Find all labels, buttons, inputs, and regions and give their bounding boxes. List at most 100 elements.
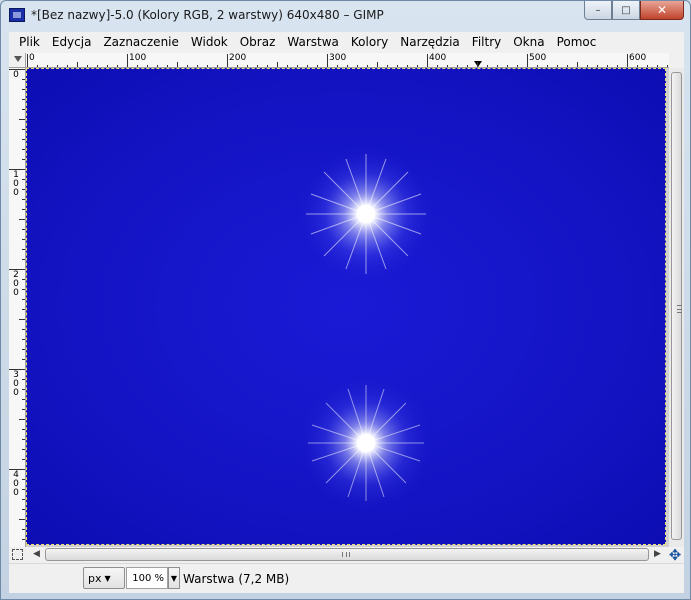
horizontal-scrollbar[interactable] (45, 548, 649, 561)
window-title: *[Bez nazwy]-5.0 (Kolory RGB, 2 warstwy)… (31, 8, 384, 22)
menu-narzędzia[interactable]: Narzędzia (394, 35, 466, 49)
minimize-icon: – (595, 4, 601, 16)
close-button[interactable]: ✕ (640, 1, 684, 20)
ruler-tick (19, 219, 25, 220)
ruler-label: 500 (529, 53, 547, 63)
ruler-tick (22, 399, 25, 400)
ruler-tick (22, 349, 25, 350)
horizontal-ruler[interactable]: 0 100 200 300 400 500 600 (26, 53, 669, 68)
zoom-input[interactable]: 100 % (126, 567, 168, 589)
ruler-tick (22, 149, 25, 150)
ruler-tick (22, 209, 25, 210)
ruler-tick (22, 239, 25, 240)
bottom-scroll-row: ◀ ▶ ✥ (9, 547, 684, 563)
ruler-label: 300 (329, 53, 347, 63)
ruler-label: 100 (129, 53, 147, 63)
ruler-tick (22, 139, 25, 140)
four-way-arrow-icon[interactable]: ✥ (667, 547, 683, 563)
ruler-label: 300 (13, 370, 19, 398)
ruler-tick (22, 539, 25, 540)
ruler-tick (22, 259, 25, 260)
scroll-grip-icon (677, 305, 682, 313)
vertical-scroll-thumb[interactable] (671, 72, 682, 540)
scroll-left-arrow-icon[interactable]: ◀ (33, 549, 40, 560)
ruler-tick (22, 429, 25, 430)
ruler-tick (27, 54, 28, 67)
menu-zaznaczenie[interactable]: Zaznaczenie (97, 35, 184, 49)
ruler-label: 0 (13, 70, 19, 80)
ruler-tick (22, 409, 25, 410)
ruler-tick (227, 54, 228, 67)
menu-filtry[interactable]: Filtry (466, 35, 507, 49)
close-icon: ✕ (656, 3, 668, 17)
ruler-tick (22, 529, 25, 530)
ruler-tick (22, 189, 25, 190)
menu-obraz[interactable]: Obraz (234, 35, 282, 49)
unit-select[interactable]: px ▼ (83, 567, 125, 589)
ruler-label: 100 (13, 170, 19, 198)
pointer-position-marker (474, 61, 482, 67)
title-bar[interactable]: *[Bez nazwy]-5.0 (Kolory RGB, 2 warstwy)… (1, 1, 690, 31)
vertical-scrollbar[interactable] (669, 68, 684, 547)
ruler-tick (22, 509, 25, 510)
ruler-tick (22, 289, 25, 290)
ruler-tick (22, 459, 25, 460)
ruler-label: 600 (629, 53, 647, 63)
minimize-button[interactable]: – (584, 1, 612, 20)
ruler-tick (22, 249, 25, 250)
ruler-tick (22, 299, 25, 300)
zoom-value: 100 % (132, 572, 164, 584)
dashed-square-icon[interactable] (12, 549, 23, 560)
image-menu-button[interactable] (9, 53, 26, 68)
chevron-down-icon: ▼ (104, 573, 111, 583)
ruler-tick (22, 179, 25, 180)
gimp-image-window: *[Bez nazwy]-5.0 (Kolory RGB, 2 warstwy)… (0, 0, 691, 600)
ruler-tick (22, 329, 25, 330)
image-canvas[interactable] (26, 68, 666, 545)
ruler-tick (22, 99, 25, 100)
menu-warstwa[interactable]: Warstwa (281, 35, 345, 49)
image-area: 0 100 200 300 400 500 600 0 100 200 300 400 (9, 52, 684, 593)
sparkle-flare-bottom (296, 373, 436, 513)
ruler-tick (22, 339, 25, 340)
ruler-label: 400 (13, 470, 19, 498)
menu-okna[interactable]: Okna (507, 35, 550, 49)
chevron-down-icon: ▼ (170, 573, 178, 583)
ruler-tick (22, 379, 25, 380)
ruler-tick (22, 389, 25, 390)
ruler-tick (22, 479, 25, 480)
maximize-button[interactable]: □ (612, 1, 640, 20)
ruler-tick (627, 54, 628, 67)
scroll-grip-icon (342, 552, 350, 557)
menu-plik[interactable]: Plik (13, 35, 46, 49)
status-bar: px ▼ 100 % ▼ Warstwa (7,2 MB) (9, 563, 684, 593)
ruler-tick (19, 419, 25, 420)
sparkle-flare-top (296, 144, 436, 284)
ruler-tick (127, 54, 128, 67)
ruler-tick (427, 54, 428, 67)
unit-value: px (88, 571, 102, 585)
menu-pomoc[interactable]: Pomoc (551, 35, 603, 49)
ruler-tick (527, 54, 528, 67)
ruler-tick (22, 229, 25, 230)
vertical-ruler[interactable]: 0 100 200 300 400 (9, 68, 26, 547)
ruler-label: 0 (29, 53, 35, 63)
ruler-tick (22, 129, 25, 130)
ruler-tick (22, 109, 25, 110)
ruler-tick (22, 439, 25, 440)
zoom-dropdown-button[interactable]: ▼ (168, 567, 180, 589)
ruler-tick (22, 489, 25, 490)
ruler-tick (22, 279, 25, 280)
scroll-right-arrow-icon[interactable]: ▶ (654, 549, 661, 560)
canvas-viewport[interactable] (26, 68, 669, 547)
ruler-tick (22, 159, 25, 160)
status-message: Warstwa (7,2 MB) (183, 572, 290, 586)
menu-kolory[interactable]: Kolory (345, 35, 394, 49)
menu-widok[interactable]: Widok (185, 35, 234, 49)
gimp-image-icon[interactable] (9, 8, 25, 22)
ruler-tick (19, 119, 25, 120)
maximize-icon: □ (621, 4, 631, 16)
ruler-tick (22, 309, 25, 310)
menu-edycja[interactable]: Edycja (46, 35, 98, 49)
ruler-tick (22, 79, 25, 80)
